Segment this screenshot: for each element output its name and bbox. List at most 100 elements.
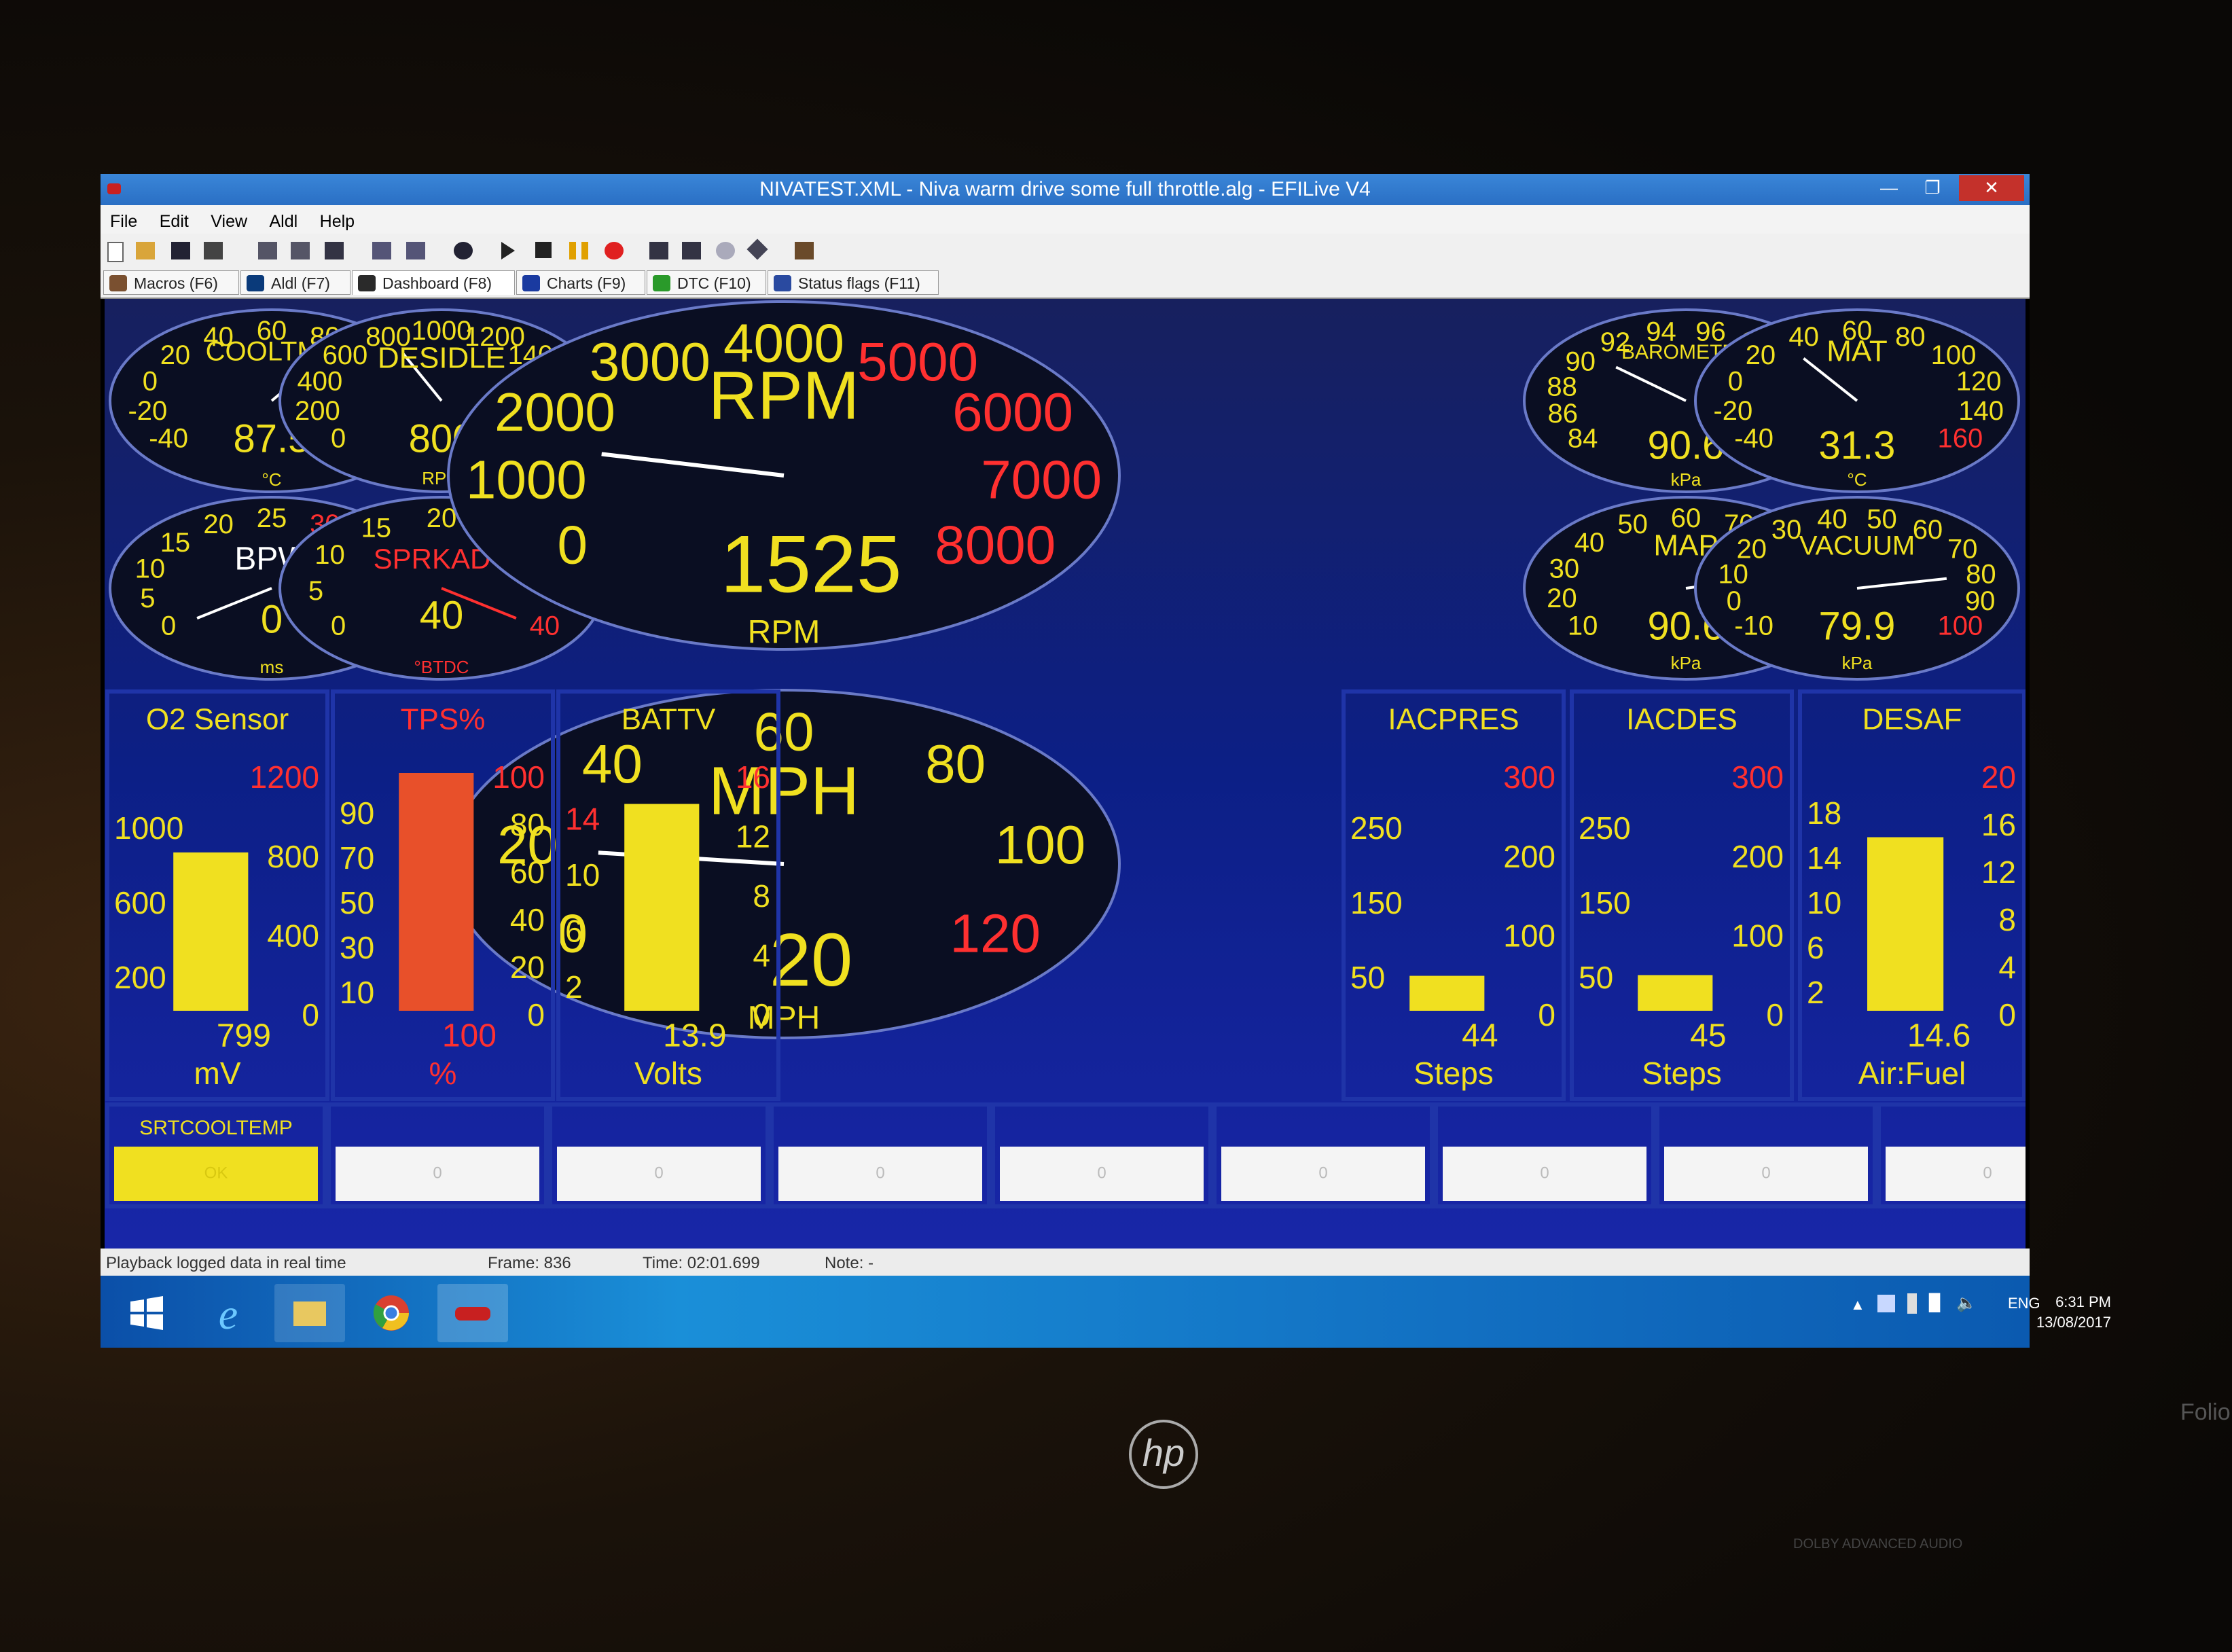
bar-scale-right: 400 [267, 918, 319, 953]
gauge-tick-label: 40 [1817, 505, 1848, 535]
bar-scale-right: 100 [1503, 918, 1555, 953]
record-dot-icon[interactable] [454, 242, 473, 259]
language-indicator[interactable]: ENG [2008, 1295, 2040, 1312]
gauge-tick-label: 40 [1788, 322, 1819, 352]
indicator-value: 0 [1318, 1164, 1327, 1182]
bar-scale-right: 20 [510, 950, 545, 985]
gauge-tick-label: 20 [427, 503, 457, 533]
bar-scale-left: 150 [1350, 885, 1403, 920]
gauge-unit: °C [1847, 469, 1867, 490]
toolbar [101, 234, 2030, 268]
bar-scale-left: 14 [1807, 840, 1841, 876]
indicator-0: SRTCOOLTEMP OK [105, 1102, 327, 1208]
tab-dashboard[interactable]: Dashboard (F8) [352, 270, 515, 295]
function-icon[interactable] [372, 242, 391, 259]
bar-fill [1867, 837, 1944, 1011]
menu-view[interactable]: View [211, 212, 247, 232]
gauge-tick-label: 120 [950, 903, 1041, 963]
bar-scale-right: 4 [753, 938, 770, 973]
bar-value: 45 [1690, 1018, 1726, 1054]
close-button[interactable]: ✕ [1959, 175, 2024, 201]
connect-icon[interactable] [258, 242, 277, 259]
stop-icon[interactable] [535, 242, 552, 258]
internet-explorer-icon[interactable]: e [193, 1284, 264, 1342]
gauge-tick-label: 0 [331, 423, 346, 453]
tab-label: Macros (F6) [134, 274, 218, 292]
start-button[interactable] [111, 1284, 182, 1342]
tab-dtc[interactable]: DTC (F10) [647, 270, 766, 295]
bar-scale-right: 200 [1503, 839, 1555, 874]
battery-icon[interactable] [1907, 1293, 1917, 1314]
tab-macros[interactable]: Macros (F6) [103, 270, 239, 295]
gauge-tick-label: 400 [298, 366, 343, 396]
gauge-tick-label: 15 [361, 513, 392, 543]
clock-time: 6:31 PM [2055, 1293, 2111, 1310]
network-icon[interactable]: ▉ [1929, 1293, 1941, 1313]
gauge-vacuum: -100102030 40 50 60708090100VACUUM79.9kPa [1694, 496, 2020, 681]
columns-icon[interactable] [682, 242, 701, 259]
bar-gauge-desaf: DESAF 18 14 10 6 2 20 16 12 8 4 0 14.6Air:Fuel [1798, 689, 2026, 1101]
layout-icon[interactable] [649, 242, 668, 259]
tab-charts[interactable]: Charts (F9) [516, 270, 645, 295]
chrome-icon[interactable] [356, 1284, 427, 1342]
dashboard-canvas: -40-20020406080100120140160COOLTMP87.5°C… [105, 300, 2026, 1208]
tab-label: Charts (F9) [547, 274, 626, 292]
menu-edit[interactable]: Edit [160, 212, 189, 232]
bar-gauge-o2: O2 Sensor 1000 600 200 1200 800 400 0 799mV [105, 689, 329, 1101]
record-icon[interactable] [605, 242, 624, 259]
pause-icon[interactable] [569, 242, 588, 259]
action-center-icon[interactable] [1877, 1295, 1895, 1312]
minimize-button[interactable]: — [1868, 175, 1910, 201]
capture-icon[interactable] [325, 242, 344, 259]
tray-up-arrow-icon[interactable]: ▲ [1850, 1296, 1865, 1314]
gauge-tick-label: 6000 [952, 382, 1073, 442]
open-folder-icon[interactable] [136, 242, 155, 259]
new-file-icon[interactable] [107, 242, 124, 262]
bar-scale-left: 250 [1350, 810, 1403, 846]
gauge-tick-label: 0 [143, 366, 158, 396]
bar-scale-right: 0 [1998, 997, 2016, 1032]
gauge-tick-label: 10 [135, 554, 166, 583]
bar-unit: % [429, 1056, 457, 1091]
disconnect-icon[interactable] [291, 242, 310, 259]
tab-label: Dashboard (F8) [382, 274, 492, 292]
gauge-tick-label: 100 [1938, 611, 1983, 641]
export-icon[interactable] [406, 242, 425, 259]
gauge-unit: kPa [1842, 653, 1873, 673]
target-icon[interactable] [716, 242, 735, 259]
gauge-value: 1525 [721, 519, 902, 610]
diamond-icon[interactable] [746, 238, 768, 260]
indicator-2: 0 [548, 1102, 770, 1208]
gauge-tick-label: 20 [203, 509, 234, 539]
file-explorer-icon[interactable] [274, 1284, 345, 1342]
print-icon[interactable] [204, 242, 223, 259]
gauge-tick-label: 160 [1938, 423, 1983, 453]
bar-scale-left: 2 [1807, 975, 1824, 1010]
play-icon[interactable] [501, 242, 515, 259]
book-icon[interactable] [795, 242, 814, 259]
bar-scale-right: 100 [1731, 918, 1784, 953]
tab-aldl[interactable]: Aldl (F7) [240, 270, 350, 295]
efilive-taskbar-icon[interactable] [437, 1284, 508, 1342]
save-icon[interactable] [171, 242, 190, 259]
gauge-tick-label: 80 [1966, 559, 1996, 589]
gauge-unit: °C [262, 469, 281, 490]
tab-status-flags[interactable]: Status flags (F11) [768, 270, 939, 295]
bar-gauge-iacdes: IACDES 250 150 50 300 200 100 0 45Steps [1570, 689, 1794, 1101]
gauge-tick-label: 600 [323, 340, 368, 370]
volume-icon[interactable]: 🔈 [1956, 1293, 1977, 1313]
bar-scale-left: 50 [1579, 960, 1613, 995]
gauge-value: 31.3 [1819, 423, 1896, 467]
menu-file[interactable]: File [110, 212, 137, 232]
bar-scale-right: 16 [736, 759, 770, 795]
menu-aldl[interactable]: Aldl [270, 212, 298, 232]
bar-scale-left: 600 [114, 885, 166, 920]
bar-scale-left: 14 [565, 801, 600, 836]
bar-fill [1409, 975, 1485, 1011]
maximize-button[interactable]: ❐ [1911, 175, 1954, 201]
gauge-unit: ms [260, 657, 284, 677]
bar-fill [624, 804, 700, 1011]
bar-scale-right: 12 [1981, 855, 2016, 890]
menu-help[interactable]: Help [320, 212, 355, 232]
clock[interactable]: 6:31 PM 13/08/2017 [2036, 1292, 2111, 1333]
